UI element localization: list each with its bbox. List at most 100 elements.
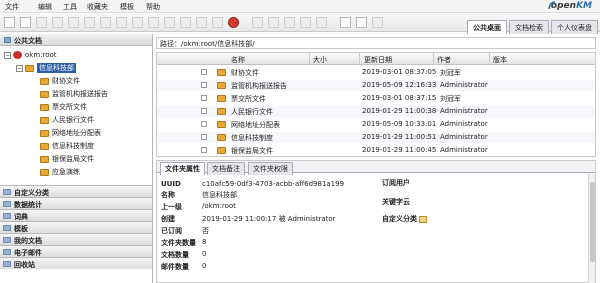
collapse-icon[interactable]: − <box>4 51 11 59</box>
stack-categories[interactable]: 自定义分类 <box>0 185 152 197</box>
checkin-icon[interactable] <box>84 17 95 28</box>
categories-icon <box>3 189 11 195</box>
prop-value: c10afc59-0df3-4703-acbb-aff6d981a199 <box>202 180 345 188</box>
start-workflow-icon[interactable] <box>284 17 295 28</box>
row-date: 2019-01-29 11:00:38 <box>362 107 437 115</box>
collapse-icon[interactable]: − <box>16 64 23 72</box>
menu-edit[interactable]: 编辑 <box>38 2 52 12</box>
tree-node[interactable]: 网络地址分配表 <box>40 128 101 138</box>
table-row[interactable]: 票交所文件 2019-03-01 08:37:15 刘冠军 <box>157 93 595 104</box>
menu-help[interactable]: 帮助 <box>146 2 160 12</box>
tab-desktop[interactable]: 公共桌面 <box>467 20 507 34</box>
row-checkbox[interactable] <box>201 147 207 153</box>
row-checkbox[interactable] <box>201 108 207 114</box>
stack-mail[interactable]: 电子邮件 <box>0 245 152 257</box>
column-version[interactable]: 版本 <box>493 55 507 65</box>
file-list-header: 名称 大小 更新日期 作者 版本 <box>157 53 595 65</box>
row-author: Administrator <box>440 120 488 128</box>
upload-icon[interactable] <box>164 17 175 28</box>
scrollbar-thumb[interactable] <box>590 182 595 262</box>
table-row[interactable]: 人民银行文件 2019-01-29 11:00:38 Administrator <box>157 106 595 117</box>
tab-permissions[interactable]: 文件夹权限 <box>248 162 293 175</box>
table-row[interactable]: 网络地址分配表 2019-05-09 10:33:01 Administrato… <box>157 119 595 130</box>
tree-label: 信息科技制度 <box>52 142 94 150</box>
column-size[interactable]: 大小 <box>313 55 327 65</box>
keyword-cloud-label: 关键字云 <box>382 198 410 206</box>
row-checkbox[interactable] <box>201 95 207 101</box>
refresh-icon[interactable] <box>340 17 351 28</box>
stack-statistics[interactable]: 数据统计 <box>0 197 152 209</box>
cancel-checkout-icon[interactable] <box>100 17 111 28</box>
tree-node-selected[interactable]: − 信息科技部 <box>16 63 76 73</box>
move-icon[interactable] <box>212 17 223 28</box>
stack-templates[interactable]: 模板 <box>0 221 152 233</box>
prop-value: 8 <box>202 238 207 246</box>
edit-document-icon[interactable] <box>52 17 63 28</box>
tree-node[interactable]: 人民银行文件 <box>40 115 94 125</box>
tree-node[interactable]: 银保监局文件 <box>40 154 94 164</box>
prop-value: /okm:root <box>202 202 236 210</box>
column-date[interactable]: 更新日期 <box>364 55 392 65</box>
add-document-icon[interactable] <box>148 17 159 28</box>
tree-node[interactable]: 监管机构报送报告 <box>40 89 108 99</box>
add-property-group-icon[interactable] <box>252 17 263 28</box>
tab-search[interactable]: 文档检索 <box>509 20 549 34</box>
delete-icon[interactable] <box>228 17 239 28</box>
row-checkbox[interactable] <box>201 134 207 140</box>
tab-notes[interactable]: 文档备注 <box>207 162 245 175</box>
row-date: 2019-01-29 11:00:51 <box>362 133 437 141</box>
remove-subscription-icon[interactable] <box>316 17 327 28</box>
tree-node-root[interactable]: − okm:root <box>4 51 57 59</box>
table-row[interactable]: 信息科技制度 2019-01-29 11:00:51 Administrator <box>157 132 595 143</box>
prop-key: 文件夹数量 <box>161 239 196 247</box>
home-icon[interactable] <box>356 17 367 28</box>
row-author: Administrator <box>440 146 488 154</box>
row-checkbox[interactable] <box>201 82 207 88</box>
table-row[interactable]: 监管机构报送报告 2019-05-09 12:16:33 Administrat… <box>157 80 595 91</box>
edit-categories-icon[interactable] <box>419 215 427 223</box>
properties-scrollbar[interactable] <box>588 174 595 283</box>
column-author[interactable]: 作者 <box>437 55 451 65</box>
copy-icon[interactable] <box>196 17 207 28</box>
column-name[interactable]: 名称 <box>231 55 245 65</box>
tree-node[interactable]: 信息科技制度 <box>40 141 94 151</box>
tree-node[interactable]: 财协文件 <box>40 76 80 86</box>
stack-panel: 自定义分类 数据统计 词典 模板 我的文档 电子邮件 回收站 <box>0 185 152 269</box>
table-row[interactable]: 财协文件 2019-03-01 08:37:05 刘冠军 <box>157 67 595 78</box>
row-checkbox[interactable] <box>201 69 207 75</box>
unlock-icon[interactable] <box>132 17 143 28</box>
menu-templates[interactable]: 模板 <box>120 2 134 12</box>
menu-favorites[interactable]: 收藏夹 <box>87 2 108 12</box>
row-name: 监管机构报送报告 <box>231 82 287 90</box>
stack-thesaurus[interactable]: 词典 <box>0 209 152 221</box>
stack-trash[interactable]: 回收站 <box>0 257 152 269</box>
mail-icon <box>3 249 11 255</box>
stack-header-taxonomy[interactable]: 公共文档 <box>0 34 152 46</box>
checkout-icon[interactable] <box>68 17 79 28</box>
find-folder-icon[interactable] <box>20 17 31 28</box>
statistics-icon <box>3 201 11 207</box>
folder-icon <box>25 64 34 72</box>
new-folder-icon[interactable] <box>4 17 15 28</box>
prop-value: 0 <box>202 262 207 270</box>
export-icon[interactable] <box>372 17 383 28</box>
row-checkbox[interactable] <box>201 121 207 127</box>
tab-dashboard[interactable]: 个人仪表盘 <box>551 20 598 34</box>
menu-file[interactable]: 文件 <box>5 2 19 12</box>
menu-tools[interactable]: 工具 <box>63 2 77 12</box>
column-separator <box>433 53 434 65</box>
taxonomy-icon <box>4 37 11 43</box>
folder-icon <box>40 142 49 150</box>
download-icon[interactable] <box>180 17 191 28</box>
add-subscription-icon[interactable] <box>300 17 311 28</box>
lock-icon[interactable] <box>116 17 127 28</box>
folder-tree: − okm:root − 信息科技部 财协文件 监管机构报送报告 票交所文件 人… <box>0 46 152 185</box>
tree-node[interactable]: 应急演练 <box>40 167 80 177</box>
table-row[interactable]: 银保监局文件 2019-01-29 11:00:45 Administrator <box>157 145 595 156</box>
new-document-icon[interactable] <box>36 17 47 28</box>
row-name: 网络地址分配表 <box>231 121 280 129</box>
tab-folder-properties[interactable]: 文件夹属性 <box>160 162 205 175</box>
tree-node[interactable]: 票交所文件 <box>40 102 87 112</box>
remove-property-group-icon[interactable] <box>268 17 279 28</box>
stack-my-documents[interactable]: 我的文档 <box>0 233 152 245</box>
